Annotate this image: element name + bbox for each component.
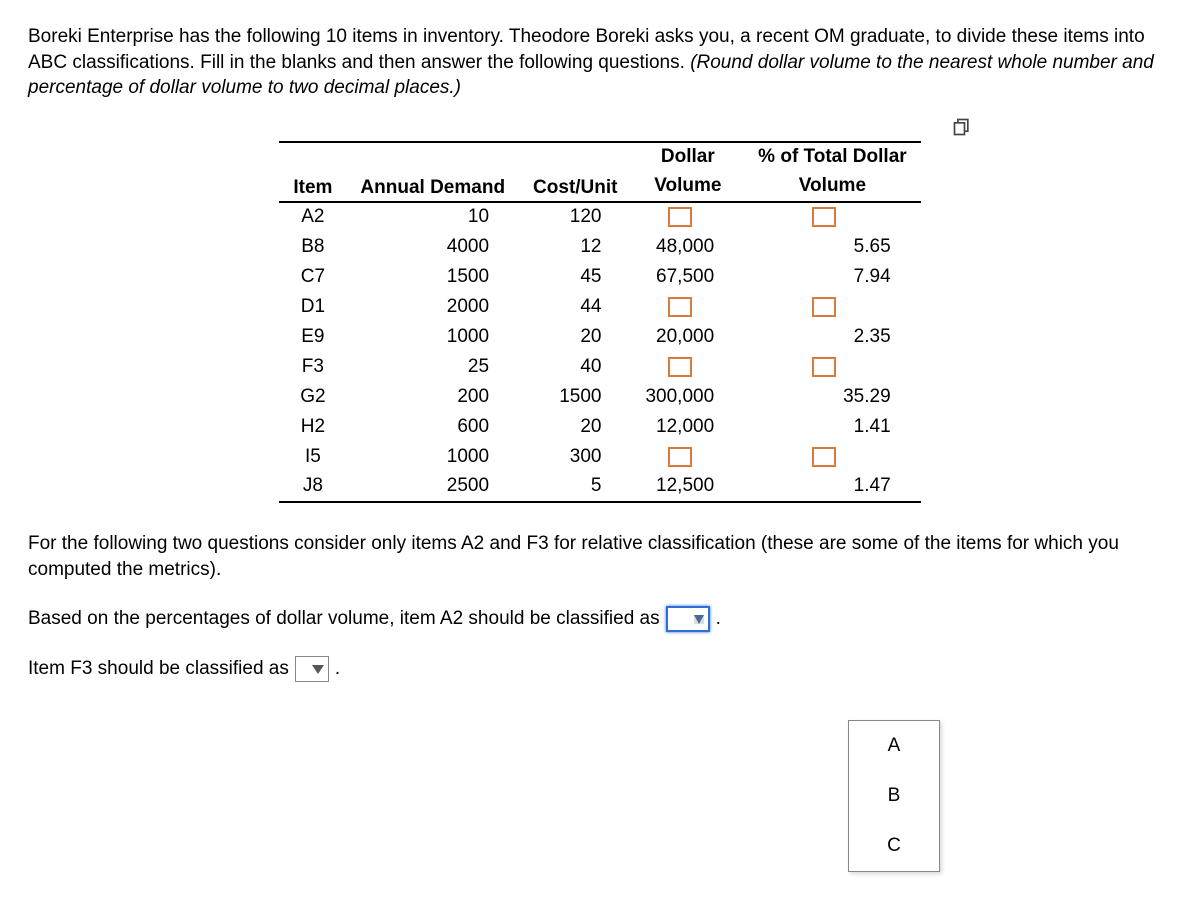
chevron-down-icon — [312, 665, 324, 674]
cell-demand: 2000 — [346, 292, 519, 322]
q2-period: . — [335, 658, 340, 680]
cell-item: J8 — [279, 472, 346, 502]
cell-cost: 12 — [519, 232, 631, 262]
q1-period: . — [716, 608, 721, 630]
blank-input[interactable] — [668, 357, 692, 377]
cell-cost: 44 — [519, 292, 631, 322]
cell-cost: 45 — [519, 262, 631, 292]
cell-item: C7 — [279, 262, 346, 292]
cell-item: E9 — [279, 322, 346, 352]
cell-demand: 25 — [346, 352, 519, 382]
table-row: F32540 — [279, 352, 920, 382]
cell-dollar-volume — [631, 292, 744, 322]
blank-input[interactable] — [668, 207, 692, 227]
post-text: For the following two questions consider… — [28, 531, 1172, 582]
cell-cost: 300 — [519, 442, 631, 472]
cell-pct: 7.94 — [744, 262, 920, 292]
cell-item: B8 — [279, 232, 346, 262]
table-row: B840001248,0005.65 — [279, 232, 920, 262]
problem-intro: Boreki Enterprise has the following 10 i… — [28, 24, 1172, 101]
a2-class-select[interactable] — [666, 606, 710, 632]
cell-pct — [744, 202, 920, 232]
cell-cost: 5 — [519, 472, 631, 502]
table-row: C715004567,5007.94 — [279, 262, 920, 292]
cell-cost: 20 — [519, 412, 631, 442]
table-row: H26002012,0001.41 — [279, 412, 920, 442]
table-row: J82500512,5001.47 — [279, 472, 920, 502]
f3-class-select[interactable] — [295, 656, 329, 682]
data-table-wrap: Item Annual Demand Cost/Unit Dollar % of… — [28, 141, 1172, 503]
cell-pct: 1.47 — [744, 472, 920, 502]
chevron-down-icon — [694, 615, 704, 624]
col-dv-bot: Volume — [631, 172, 744, 202]
blank-input[interactable] — [812, 297, 836, 317]
question-f3: Item F3 should be classified as . — [28, 656, 1172, 682]
col-demand: Annual Demand — [346, 142, 519, 202]
table-row: D1200044 — [279, 292, 920, 322]
option-a[interactable]: A — [849, 721, 939, 771]
cell-pct: 5.65 — [744, 232, 920, 262]
cell-cost: 1500 — [519, 382, 631, 412]
table-row: I51000300 — [279, 442, 920, 472]
cell-pct: 1.41 — [744, 412, 920, 442]
cell-dollar-volume — [631, 442, 744, 472]
cell-pct: 35.29 — [744, 382, 920, 412]
cell-demand: 4000 — [346, 232, 519, 262]
col-pct-bot: Volume — [744, 172, 920, 202]
blank-input[interactable] — [812, 357, 836, 377]
cell-pct — [744, 352, 920, 382]
cell-cost: 40 — [519, 352, 631, 382]
cell-item: I5 — [279, 442, 346, 472]
q1-text: Based on the percentages of dollar volum… — [28, 608, 660, 630]
questions-block: Based on the percentages of dollar volum… — [28, 606, 1172, 682]
cell-pct — [744, 292, 920, 322]
col-pct-top: % of Total Dollar — [744, 142, 920, 172]
cell-demand: 1500 — [346, 262, 519, 292]
copy-icon[interactable] — [952, 117, 972, 143]
question-a2: Based on the percentages of dollar volum… — [28, 606, 1172, 632]
cell-pct — [744, 442, 920, 472]
cell-demand: 1000 — [346, 322, 519, 352]
cell-demand: 200 — [346, 382, 519, 412]
blank-input[interactable] — [668, 297, 692, 317]
cell-pct: 2.35 — [744, 322, 920, 352]
blank-input[interactable] — [668, 447, 692, 467]
cell-item: H2 — [279, 412, 346, 442]
q2-text: Item F3 should be classified as — [28, 658, 289, 680]
a2-select-options: A B C — [848, 720, 940, 872]
cell-demand: 10 — [346, 202, 519, 232]
cell-dollar-volume: 12,500 — [631, 472, 744, 502]
option-c[interactable]: C — [849, 821, 939, 871]
cell-dollar-volume: 300,000 — [631, 382, 744, 412]
blank-input[interactable] — [812, 447, 836, 467]
col-cost: Cost/Unit — [519, 142, 631, 202]
blank-input[interactable] — [812, 207, 836, 227]
table-row: A210120 — [279, 202, 920, 232]
cell-cost: 20 — [519, 322, 631, 352]
cell-item: D1 — [279, 292, 346, 322]
cell-dollar-volume: 48,000 — [631, 232, 744, 262]
table-row: E910002020,0002.35 — [279, 322, 920, 352]
cell-cost: 120 — [519, 202, 631, 232]
cell-dollar-volume: 67,500 — [631, 262, 744, 292]
cell-dollar-volume — [631, 352, 744, 382]
cell-demand: 600 — [346, 412, 519, 442]
cell-demand: 2500 — [346, 472, 519, 502]
cell-item: F3 — [279, 352, 346, 382]
table-row: G22001500300,00035.29 — [279, 382, 920, 412]
cell-dollar-volume: 20,000 — [631, 322, 744, 352]
col-dv-top: Dollar — [631, 142, 744, 172]
cell-item: G2 — [279, 382, 346, 412]
cell-demand: 1000 — [346, 442, 519, 472]
cell-dollar-volume: 12,000 — [631, 412, 744, 442]
cell-item: A2 — [279, 202, 346, 232]
col-item: Item — [279, 142, 346, 202]
cell-dollar-volume — [631, 202, 744, 232]
option-b[interactable]: B — [849, 771, 939, 821]
inventory-table: Item Annual Demand Cost/Unit Dollar % of… — [279, 141, 920, 503]
